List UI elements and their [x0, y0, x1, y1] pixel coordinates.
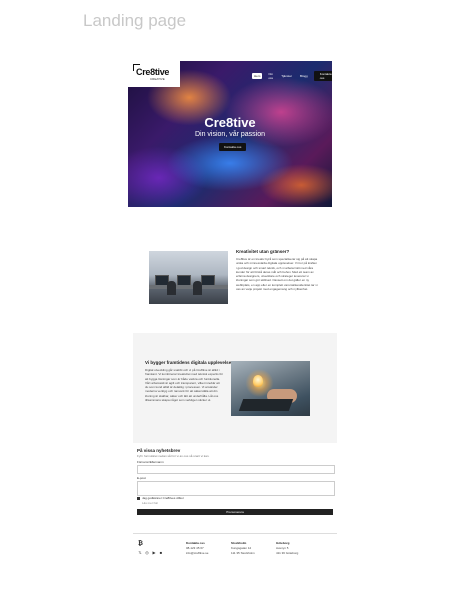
newsletter-subtitle: Fyll i formuläret nedan så hör vi av oss… [137, 454, 210, 458]
logo-text: Cre8tive [136, 67, 170, 77]
person-shape [167, 281, 176, 295]
desk-shape [149, 285, 228, 289]
logo-subtitle: CREATIVE [150, 77, 165, 81]
email-label: E-post [137, 476, 146, 480]
name-label: Förnamn/Efternamn [137, 460, 164, 464]
hero-subtitle: Din vision, vår passion [194, 131, 266, 138]
tablet-shape [238, 399, 294, 411]
name-field[interactable] [137, 465, 335, 474]
youtube-icon[interactable]: ▶ [152, 551, 156, 555]
footer-col-contact: Kontakta oss 08-123 45 67 info@cre8tive.… [186, 541, 208, 556]
subscribe-button[interactable]: Prenumerera [137, 509, 333, 515]
footer-divider [133, 533, 337, 534]
x-icon[interactable]: 𝕏 [138, 551, 142, 555]
footer-col-stockholm: Stockholm Kungsgatan 12 111 35 Stockholm [231, 541, 255, 556]
terms-checkbox[interactable] [137, 497, 140, 500]
page-title: Landing page [83, 11, 187, 30]
digital-body: Digital utveckling går snabbt och vi på … [145, 368, 223, 403]
lightbulb-icon [253, 375, 263, 387]
nav-item-about[interactable]: Om oss [266, 71, 275, 81]
lightbulb-image [231, 361, 310, 416]
nav-item-home[interactable]: Hem [252, 73, 263, 79]
footer-email[interactable]: info@cre8tive.se [186, 551, 208, 556]
newsletter-title: På vissa nyhetsbrev [137, 448, 181, 453]
main-nav: Hem Om oss Tjänster Blogg Kontakta oss [252, 71, 332, 81]
footer-address-line: 111 35 Stockholm [231, 551, 255, 555]
person-shape [193, 281, 202, 295]
social-links: 𝕏 ◎ ▶ ■ [138, 551, 163, 555]
nav-item-blog[interactable]: Blogg [298, 73, 310, 79]
terms-label: Jag godkänner Cre8tives villkor [142, 496, 184, 500]
site-logo[interactable]: Cre8tive CREATIVE [128, 61, 180, 87]
hero-section: Cre8tive CREATIVE Hem Om oss Tjänster Bl… [128, 61, 332, 207]
about-body: Cre8tive är en kreativ byrå som speciali… [236, 257, 318, 292]
nav-contact-button[interactable]: Kontakta oss [313, 71, 332, 81]
nav-item-services[interactable]: Tjänster [279, 73, 294, 79]
office-image [149, 251, 228, 304]
terms-link[interactable]: Läs mer här [142, 501, 158, 505]
footer-col-goteborg: Göteborg Avenyn 5 411 36 Göteborg [276, 541, 298, 556]
linkedin-icon[interactable]: ■ [159, 551, 163, 555]
hero-title: Cre8tive [204, 115, 256, 130]
email-field[interactable] [137, 481, 335, 496]
about-heading: Kreativitet utan gränser? [236, 249, 290, 254]
digital-heading: Vi bygger framtidens digitala upplevelse… [145, 360, 233, 365]
hero-cta-button[interactable]: Kontakta oss [219, 143, 247, 151]
footer-address-line: 411 36 Göteborg [276, 551, 299, 555]
footer-logo-icon[interactable]: ₿ [138, 541, 143, 547]
instagram-icon[interactable]: ◎ [145, 551, 149, 555]
